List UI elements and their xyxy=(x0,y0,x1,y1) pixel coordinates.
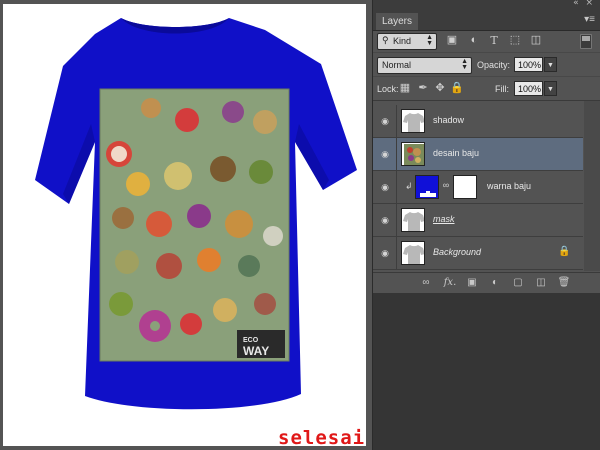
layers-panel: « × Layers ▾≡ ⚲ Kind ▲ ▼ ▣ ◐ T ⬚ ◫ Normal… xyxy=(372,0,600,450)
eye-icon[interactable]: ◉ xyxy=(379,148,391,160)
select-arrows-icon: ▲ ▼ xyxy=(461,58,468,71)
panel-menu-icon[interactable]: ▾≡ xyxy=(584,14,595,25)
layer-thumbnail xyxy=(401,208,425,232)
layer-thumbnail xyxy=(401,142,425,166)
layer-thumbnail xyxy=(401,109,425,133)
lock-all-icon[interactable]: 🔒 xyxy=(450,81,464,95)
delete-layer-icon[interactable]: 🗑 xyxy=(557,276,571,290)
panel-tab-bar: Layers ▾≡ xyxy=(373,11,600,31)
tshirt-artwork: ECO WAY xyxy=(35,18,357,410)
divider xyxy=(396,105,397,137)
blend-mode-select[interactable]: Normal ▲ ▼ xyxy=(377,57,472,74)
fill-dropdown-icon[interactable]: ▼ xyxy=(544,81,557,96)
blend-mode-value: Normal xyxy=(382,60,412,70)
lock-position-icon[interactable]: ✥ xyxy=(433,81,447,95)
tab-layers[interactable]: Layers xyxy=(376,13,418,30)
layer-name: mask xyxy=(433,214,455,224)
panel-collapse-close-controls[interactable]: « × xyxy=(573,0,595,8)
lock-image-icon[interactable]: ✒ xyxy=(416,81,430,95)
fill-label: Fill: xyxy=(495,84,509,94)
layer-name: warna baju xyxy=(487,181,532,191)
adjustment-layer-icon[interactable]: ◐ xyxy=(488,276,502,290)
new-layer-icon[interactable]: ◫ xyxy=(534,276,548,290)
layer-row-warna-baju[interactable]: ◉ ↲ ∞ warna baju xyxy=(373,171,583,204)
shape-filter-icon[interactable]: ⬚ xyxy=(508,34,522,47)
search-icon: ⚲ xyxy=(382,35,389,45)
fill-field[interactable]: 100% xyxy=(514,81,543,96)
layer-name: shadow xyxy=(433,115,465,125)
document-canvas-area[interactable]: ECO WAY selesai xyxy=(0,0,372,450)
panel-bottom-toolbar: ∞ fx. ▣ ◐ ▢ ◫ 🗑 xyxy=(373,272,600,294)
layer-row-shadow[interactable]: ◉ shadow xyxy=(373,105,583,138)
layer-name: Background xyxy=(433,247,482,257)
new-group-icon[interactable]: ▢ xyxy=(511,276,525,290)
divider xyxy=(396,204,397,236)
print-badge-line-2: WAY xyxy=(243,344,269,358)
add-mask-icon[interactable]: ▣ xyxy=(465,276,479,290)
layer-list: ◉ shadow ◉ desain baju ◉ ↲ ∞ warna baju … xyxy=(373,101,600,271)
opacity-label: Opacity: xyxy=(477,60,511,70)
adjustment-filter-icon[interactable]: ◐ xyxy=(467,34,481,47)
panel-top-bar: « × xyxy=(373,0,600,11)
eye-icon[interactable]: ◉ xyxy=(379,115,391,127)
fill-color-thumbnail xyxy=(415,175,439,199)
filter-toggle[interactable] xyxy=(580,34,592,49)
filter-kind-select[interactable]: ⚲ Kind ▲ ▼ xyxy=(377,33,437,50)
type-filter-icon[interactable]: T xyxy=(487,34,501,47)
watermark-text: selesai xyxy=(278,427,366,449)
image-filter-icon[interactable]: ▣ xyxy=(445,34,459,47)
lock-icon: 🔒 xyxy=(558,246,571,257)
opacity-field[interactable]: 100% xyxy=(514,57,543,72)
document-canvas[interactable]: ECO WAY selesai xyxy=(3,4,366,449)
eye-icon[interactable]: ◉ xyxy=(379,214,391,226)
divider xyxy=(396,171,397,203)
eye-icon[interactable]: ◉ xyxy=(379,247,391,259)
layer-list-scrollbar[interactable] xyxy=(584,101,600,271)
lock-label: Lock: xyxy=(377,84,399,94)
select-arrows-icon: ▲ ▼ xyxy=(426,34,433,47)
mask-thumbnail xyxy=(453,175,477,199)
layer-row-mask[interactable]: ◉ mask xyxy=(373,204,583,237)
smart-object-filter-icon[interactable]: ◫ xyxy=(529,34,543,47)
layer-name: desain baju xyxy=(433,148,480,158)
chain-link-icon[interactable]: ∞ xyxy=(442,180,450,192)
divider xyxy=(396,237,397,269)
panel-empty-area xyxy=(373,293,600,450)
layer-row-desain-baju[interactable]: ◉ desain baju xyxy=(373,138,583,171)
opacity-dropdown-icon[interactable]: ▼ xyxy=(544,57,557,72)
fx-icon[interactable]: fx. xyxy=(441,276,459,290)
filter-kind-label: Kind xyxy=(393,36,412,46)
clipping-mask-icon: ↲ xyxy=(405,181,413,191)
lock-transparent-icon[interactable]: ▦ xyxy=(398,81,412,95)
layer-row-background[interactable]: ◉ Background 🔒 xyxy=(373,237,583,270)
print-badge-line-1: ECO xyxy=(243,337,259,344)
layer-thumbnail xyxy=(401,241,425,265)
divider xyxy=(396,138,397,170)
eye-icon[interactable]: ◉ xyxy=(379,181,391,193)
link-layers-icon[interactable]: ∞ xyxy=(419,276,433,290)
